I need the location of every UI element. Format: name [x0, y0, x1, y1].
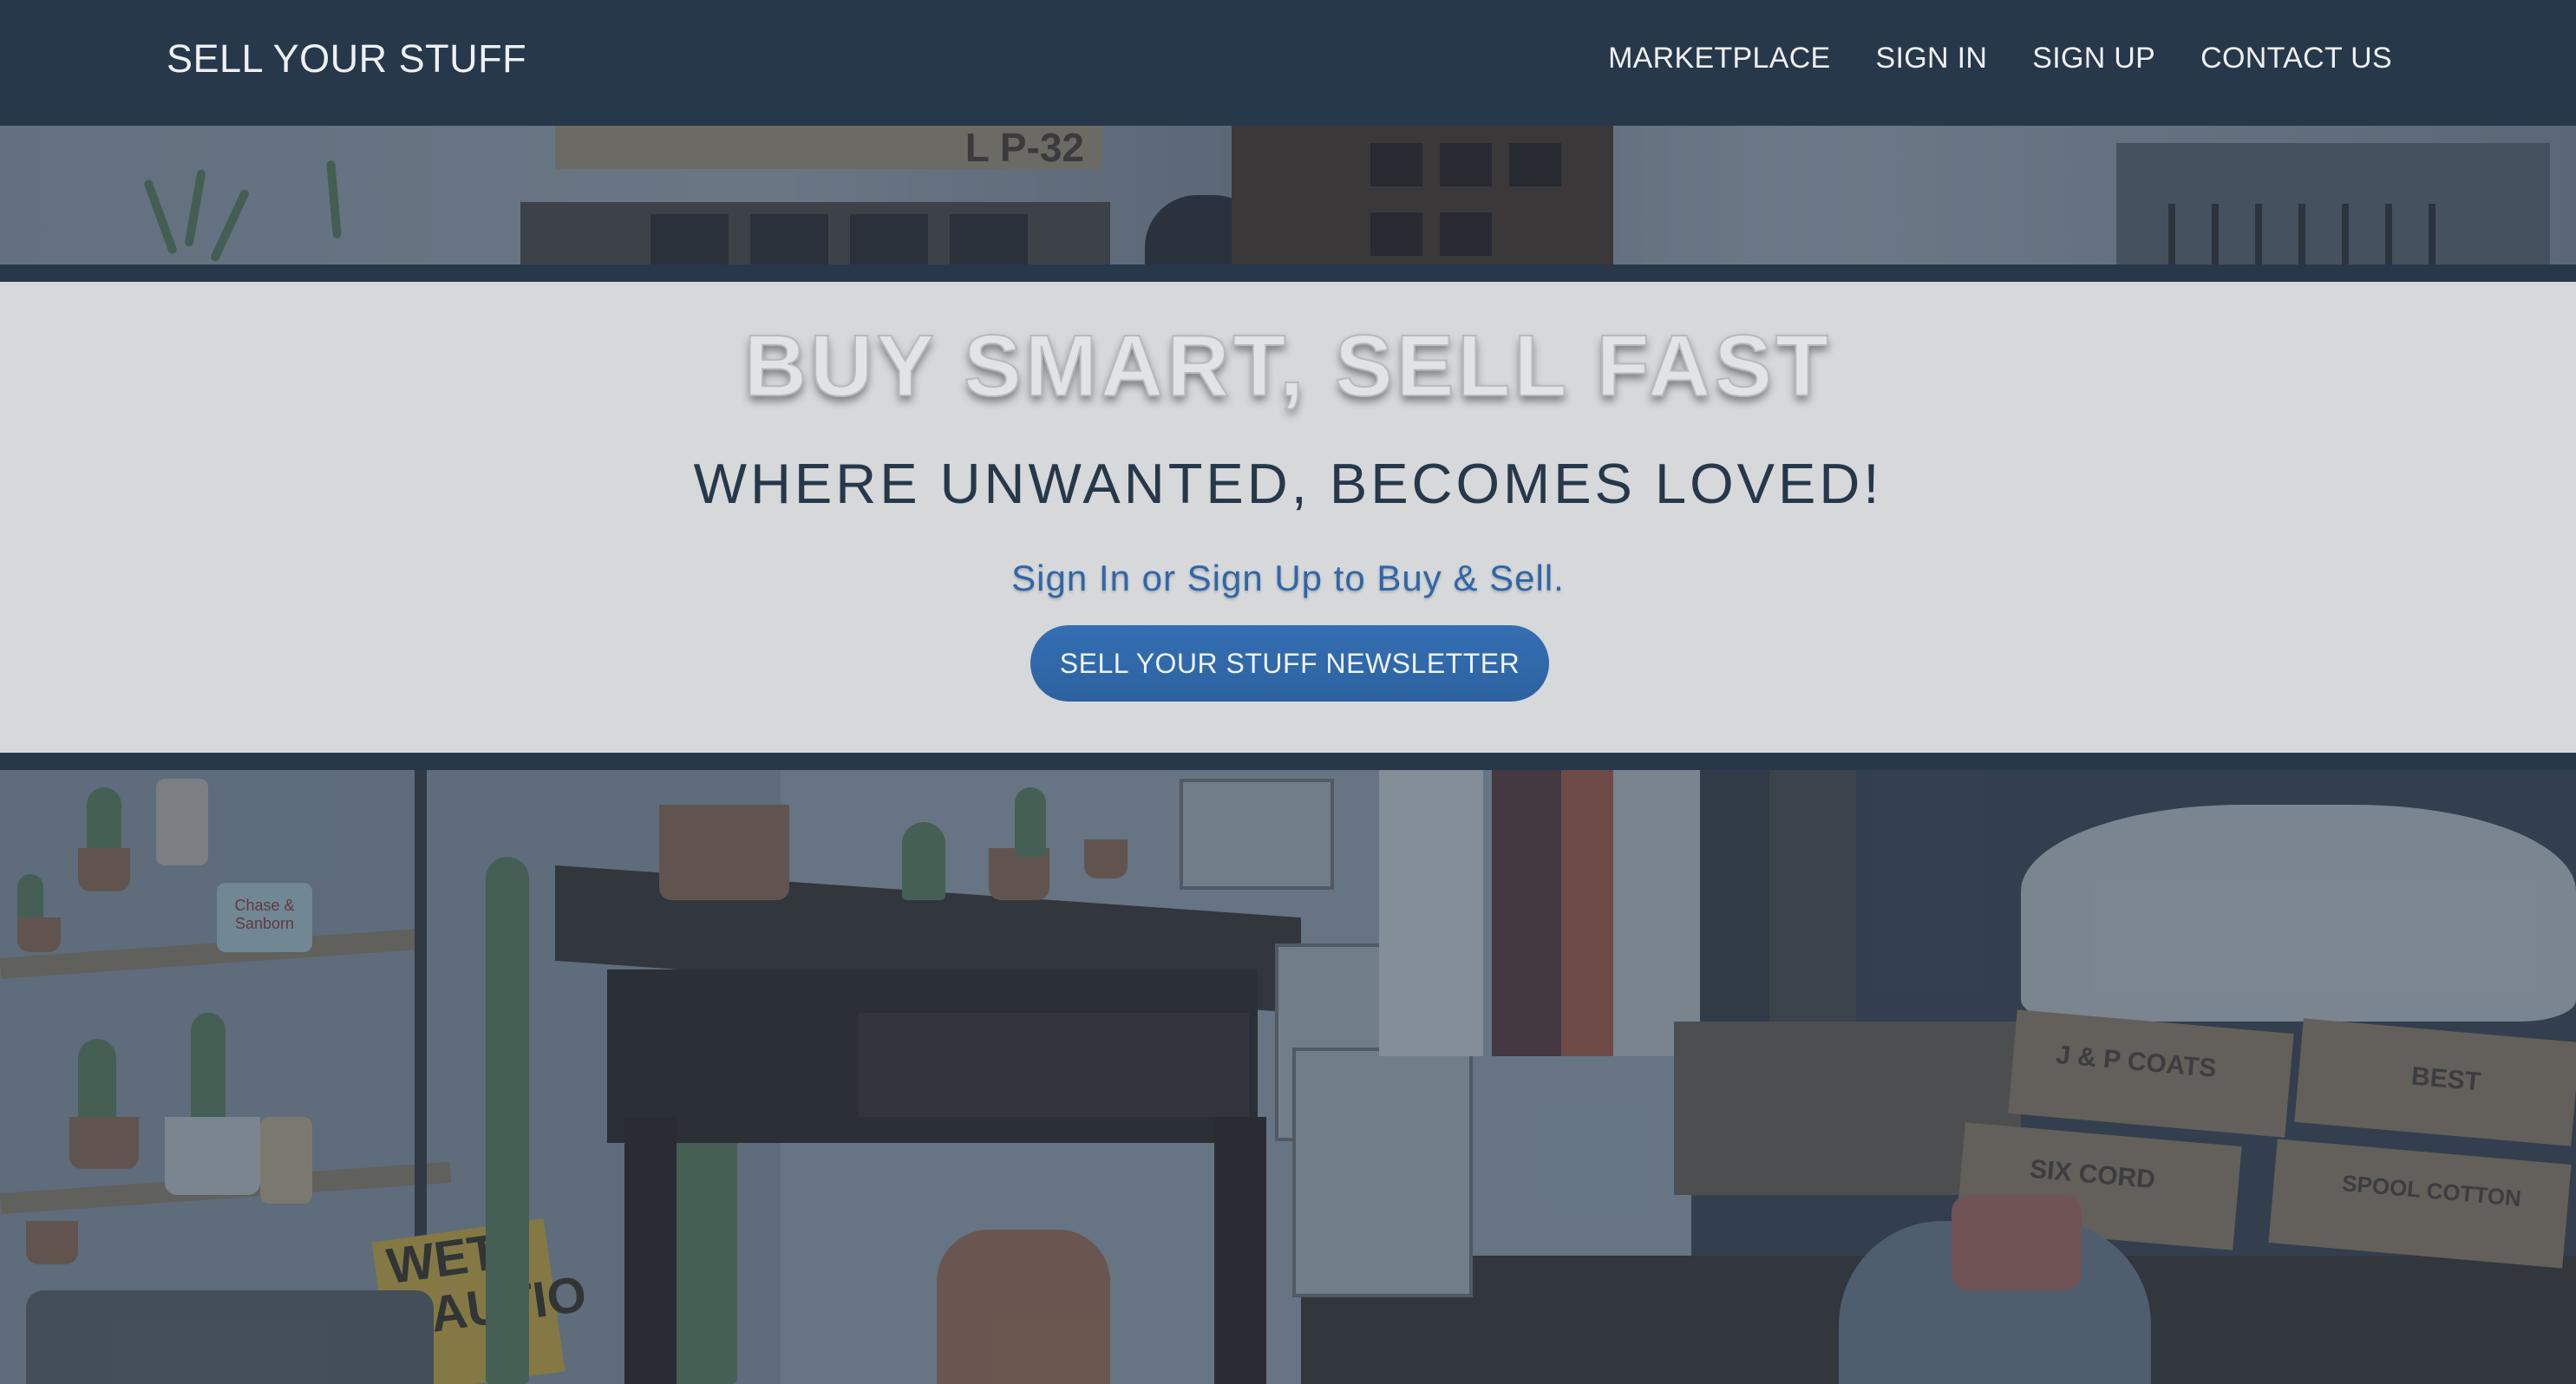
shop-background-photo: Chase & Sanborn WET CAUTIO J & P COATS S… [0, 770, 2576, 1384]
hero-title: BUY SMART, SELL FAST [743, 317, 1833, 415]
photo-overlay [0, 126, 2576, 264]
navbar: SELL YOUR STUFF MARKETPLACE SIGN IN SIGN… [0, 0, 2576, 126]
nav-link-contact-us[interactable]: CONTACT US [2200, 42, 2392, 75]
hero-cta-text: Sign In or Sign Up to Buy & Sell. [1011, 558, 1565, 598]
photo-overlay [0, 770, 2576, 1384]
newsletter-button[interactable]: SELL YOUR STUFF NEWSLETTER [1030, 625, 1549, 702]
hero-subtitle: WHERE UNWANTED, BECOMES LOVED! [693, 452, 1883, 515]
divider-band [0, 264, 2576, 282]
nav-link-marketplace[interactable]: MARKETPLACE [1608, 42, 1830, 75]
divider-band [0, 753, 2576, 770]
brand-logo[interactable]: SELL YOUR STUFF [167, 36, 526, 82]
nav-link-sign-in[interactable]: SIGN IN [1876, 42, 1988, 75]
nav-links: MARKETPLACE SIGN IN SIGN UP CONTACT US [1608, 42, 2392, 75]
header-background-photo: L P-32 [0, 126, 2576, 264]
nav-link-sign-up[interactable]: SIGN UP [2032, 42, 2155, 75]
hero-section: BUY SMART, SELL FAST WHERE UNWANTED, BEC… [0, 282, 2576, 753]
